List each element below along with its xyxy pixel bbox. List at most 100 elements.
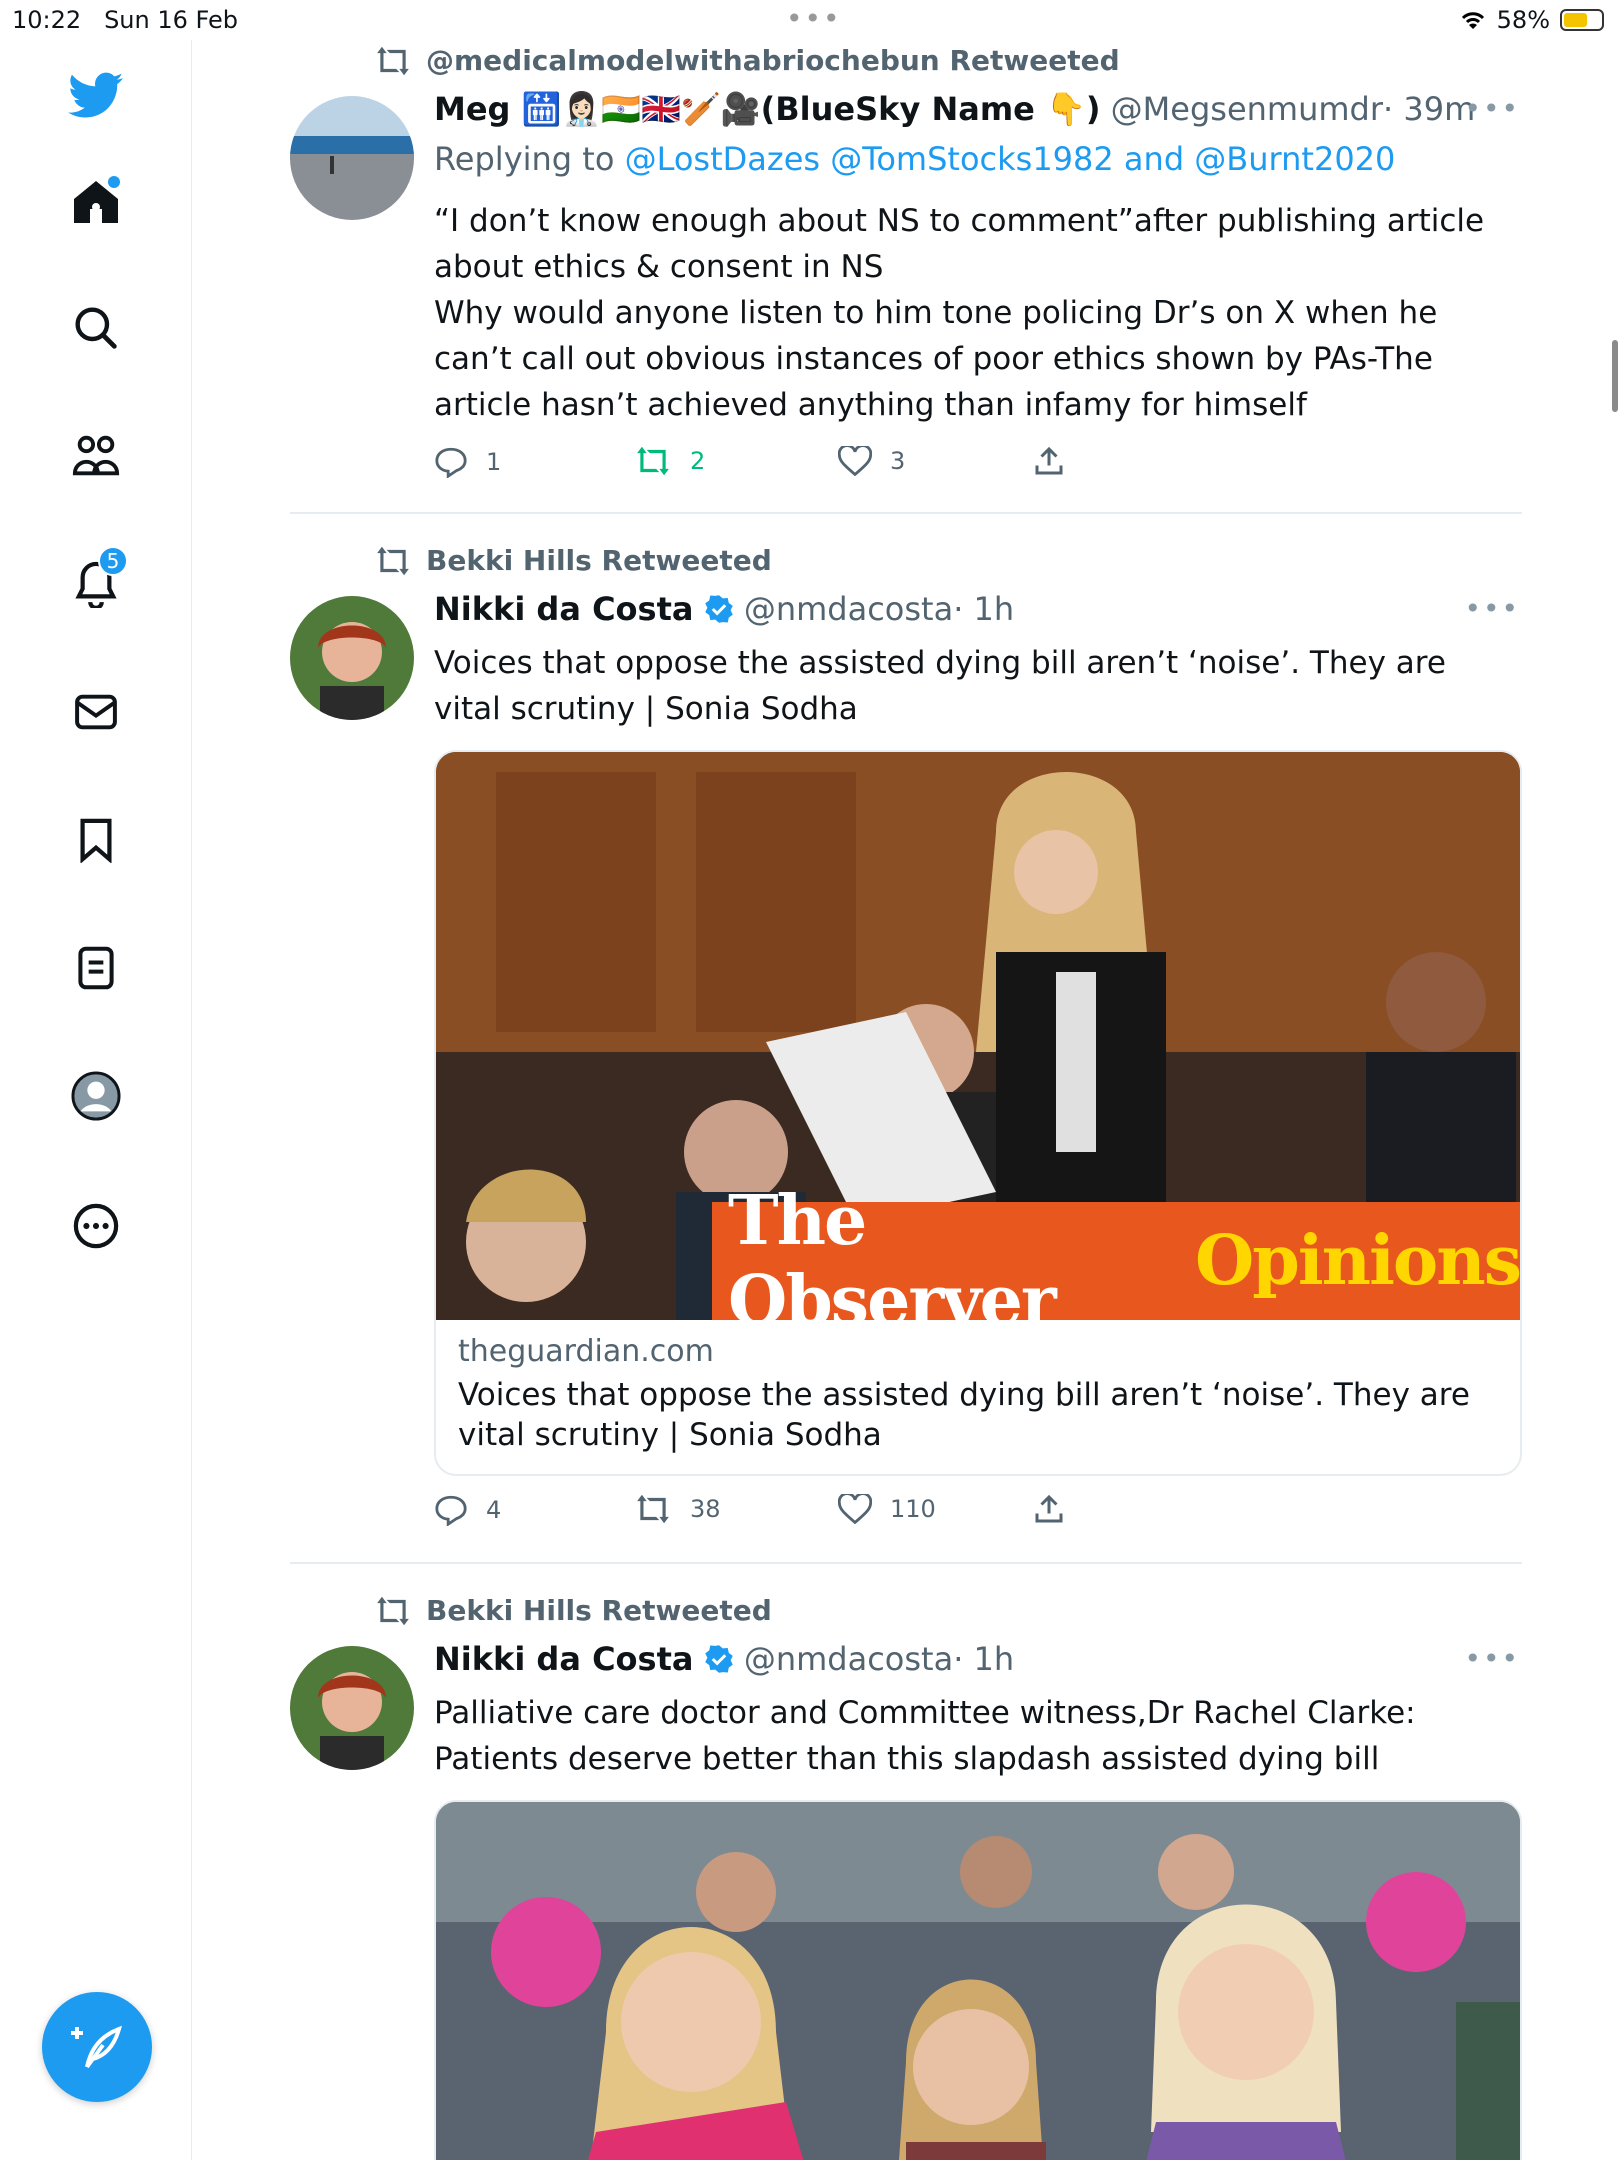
sidebar-item-notifications[interactable]: 5 [66, 546, 128, 614]
share-icon [1035, 1494, 1063, 1523]
retweet-count: 2 [690, 447, 706, 475]
link-card-domain: theguardian.com [458, 1334, 714, 1369]
tweet-header: Nikki da Costa @nmdacosta· 1h [434, 1640, 1014, 1678]
retweet-icon [637, 1494, 669, 1524]
link-card-title: Voices that oppose the assisted dying bi… [458, 1377, 1470, 1453]
mail-icon [75, 694, 117, 730]
retweet-context: Bekki Hills Retweeted [374, 1594, 772, 1627]
compose-tweet-icon [71, 2025, 123, 2069]
avatar[interactable] [290, 596, 414, 720]
media-image[interactable] [434, 1800, 1522, 2160]
like-button[interactable]: 110 [838, 1494, 936, 1524]
status-time: 10:22 Sun 16 Feb [12, 6, 239, 34]
retweeted-by-label[interactable]: Bekki Hills Retweeted [426, 1594, 772, 1627]
more-options-icon[interactable]: ••• [1464, 592, 1520, 625]
retweet-icon [377, 46, 409, 75]
replying-to-handles[interactable]: @LostDazes @TomStocks1982 and @Burnt2020 [625, 140, 1396, 178]
tweet-divider [290, 512, 1522, 514]
twitter-logo-icon[interactable] [66, 66, 126, 126]
share-button[interactable] [1034, 1494, 1064, 1524]
list-icon [78, 946, 114, 990]
tweet-time[interactable]: · 1h [953, 590, 1014, 628]
like-count: 3 [890, 447, 906, 475]
compose-tweet-button[interactable] [42, 1992, 152, 2102]
reply-icon [435, 447, 467, 478]
tweet[interactable]: Bekki Hills Retweeted Nikki da Costa @nm… [290, 540, 1522, 1550]
replying-to: Replying to @LostDazes @TomStocks1982 an… [434, 140, 1395, 178]
link-card-meta: theguardian.com Voices that oppose the a… [436, 1320, 1520, 1469]
more-options-icon[interactable]: ••• [1464, 92, 1520, 125]
author-name[interactable]: Meg 🛗👩🏻‍⚕️🇮🇳🇬🇧🏏🎥(BlueSky Name 👇) [434, 90, 1100, 128]
author-name[interactable]: Nikki da Costa [434, 590, 693, 628]
observer-opinions-banner: The Observer Opinions [712, 1181, 1520, 1320]
reply-icon [435, 1495, 467, 1526]
sidebar-item-more[interactable] [66, 1196, 126, 1256]
retweet-button[interactable]: 2 [634, 446, 705, 476]
sidebar: 5 [0, 40, 192, 2160]
tweet-text: “I don’t know enough about NS to comment… [434, 203, 1485, 423]
author-handle[interactable]: @nmdacosta [744, 1640, 953, 1678]
tweet-divider [290, 1562, 1522, 1564]
status-bar: 10:22 Sun 16 Feb ••• 58% [0, 0, 1620, 40]
multitasking-dots[interactable]: ••• [786, 2, 842, 35]
tweet[interactable]: @medicalmodelwithabriochebun Retweeted M… [290, 40, 1520, 510]
retweeted-by-label[interactable]: Bekki Hills Retweeted [426, 544, 772, 577]
reply-button[interactable]: 1 [434, 446, 501, 478]
battery-percent: 58% [1496, 6, 1550, 34]
scroll-indicator[interactable] [1612, 340, 1618, 412]
verified-badge-icon [704, 1645, 733, 1673]
sidebar-item-lists[interactable] [66, 938, 126, 998]
more-options-icon[interactable]: ••• [1464, 1642, 1520, 1675]
tweet-actions: 4 38 110 [434, 1494, 1134, 1534]
retweet-icon [377, 1596, 409, 1625]
reply-button[interactable]: 4 [434, 1494, 501, 1526]
link-card[interactable]: The Observer Opinions theguardian.com Voi… [434, 750, 1522, 1476]
sidebar-item-bookmarks[interactable] [66, 810, 126, 870]
search-icon [75, 307, 117, 349]
sidebar-item-communities[interactable] [66, 426, 126, 486]
retweet-button[interactable]: 38 [634, 1494, 721, 1524]
more-icon [73, 1203, 119, 1249]
author-handle[interactable]: @nmdacosta [744, 590, 953, 628]
sidebar-item-home[interactable] [66, 172, 126, 232]
notification-count-badge: 5 [98, 546, 128, 576]
retweeted-by-label[interactable]: @medicalmodelwithabriochebun Retweeted [426, 44, 1120, 77]
heart-icon [838, 1494, 872, 1524]
tweet-text: Palliative care doctor and Committee wit… [434, 1695, 1416, 1777]
tweet-text: Voices that oppose the assisted dying bi… [434, 645, 1446, 727]
heart-icon [838, 446, 872, 476]
sidebar-item-profile[interactable] [66, 1066, 126, 1126]
reply-count: 1 [486, 448, 502, 476]
wifi-icon [1461, 12, 1484, 29]
status-right: 58% [1459, 6, 1604, 34]
retweet-context: @medicalmodelwithabriochebun Retweeted [374, 44, 1120, 77]
link-card-image: The Observer Opinions [436, 752, 1520, 1320]
tweet-actions: 1 2 3 [434, 446, 1134, 486]
sidebar-item-messages[interactable] [66, 682, 126, 742]
avatar[interactable] [290, 96, 414, 220]
bookmark-icon [80, 818, 112, 863]
tweet-header: Nikki da Costa @nmdacosta· 1h [434, 590, 1014, 628]
author-handle[interactable]: @Megsenmumdr [1111, 90, 1383, 128]
home-unread-dot [108, 176, 120, 188]
retweet-icon [377, 546, 409, 575]
retweet-context: Bekki Hills Retweeted [374, 544, 772, 577]
avatar-icon [71, 1071, 121, 1121]
verified-badge-icon [704, 595, 733, 623]
like-button[interactable]: 3 [838, 446, 905, 476]
avatar[interactable] [290, 1646, 414, 1770]
retweet-icon [637, 446, 669, 476]
banner-observer: The Observer [728, 1181, 1057, 1320]
communities-icon [72, 435, 120, 476]
share-button[interactable] [1034, 446, 1064, 476]
author-name[interactable]: Nikki da Costa [434, 1640, 693, 1678]
retweet-count: 38 [690, 1495, 721, 1523]
tweet-time[interactable]: · 1h [953, 1640, 1014, 1678]
tweet-time[interactable]: · 39m [1383, 90, 1475, 128]
like-count: 110 [890, 1495, 936, 1523]
tweet[interactable]: Bekki Hills Retweeted Nikki da Costa @nm… [290, 1590, 1522, 2160]
battery-icon [1560, 9, 1604, 31]
sidebar-item-explore[interactable] [66, 298, 126, 358]
banner-opinions: Opinions [1195, 1221, 1520, 1301]
tweet-header: Meg 🛗👩🏻‍⚕️🇮🇳🇬🇧🏏🎥(BlueSky Name 👇) @Megsen… [434, 90, 1475, 128]
